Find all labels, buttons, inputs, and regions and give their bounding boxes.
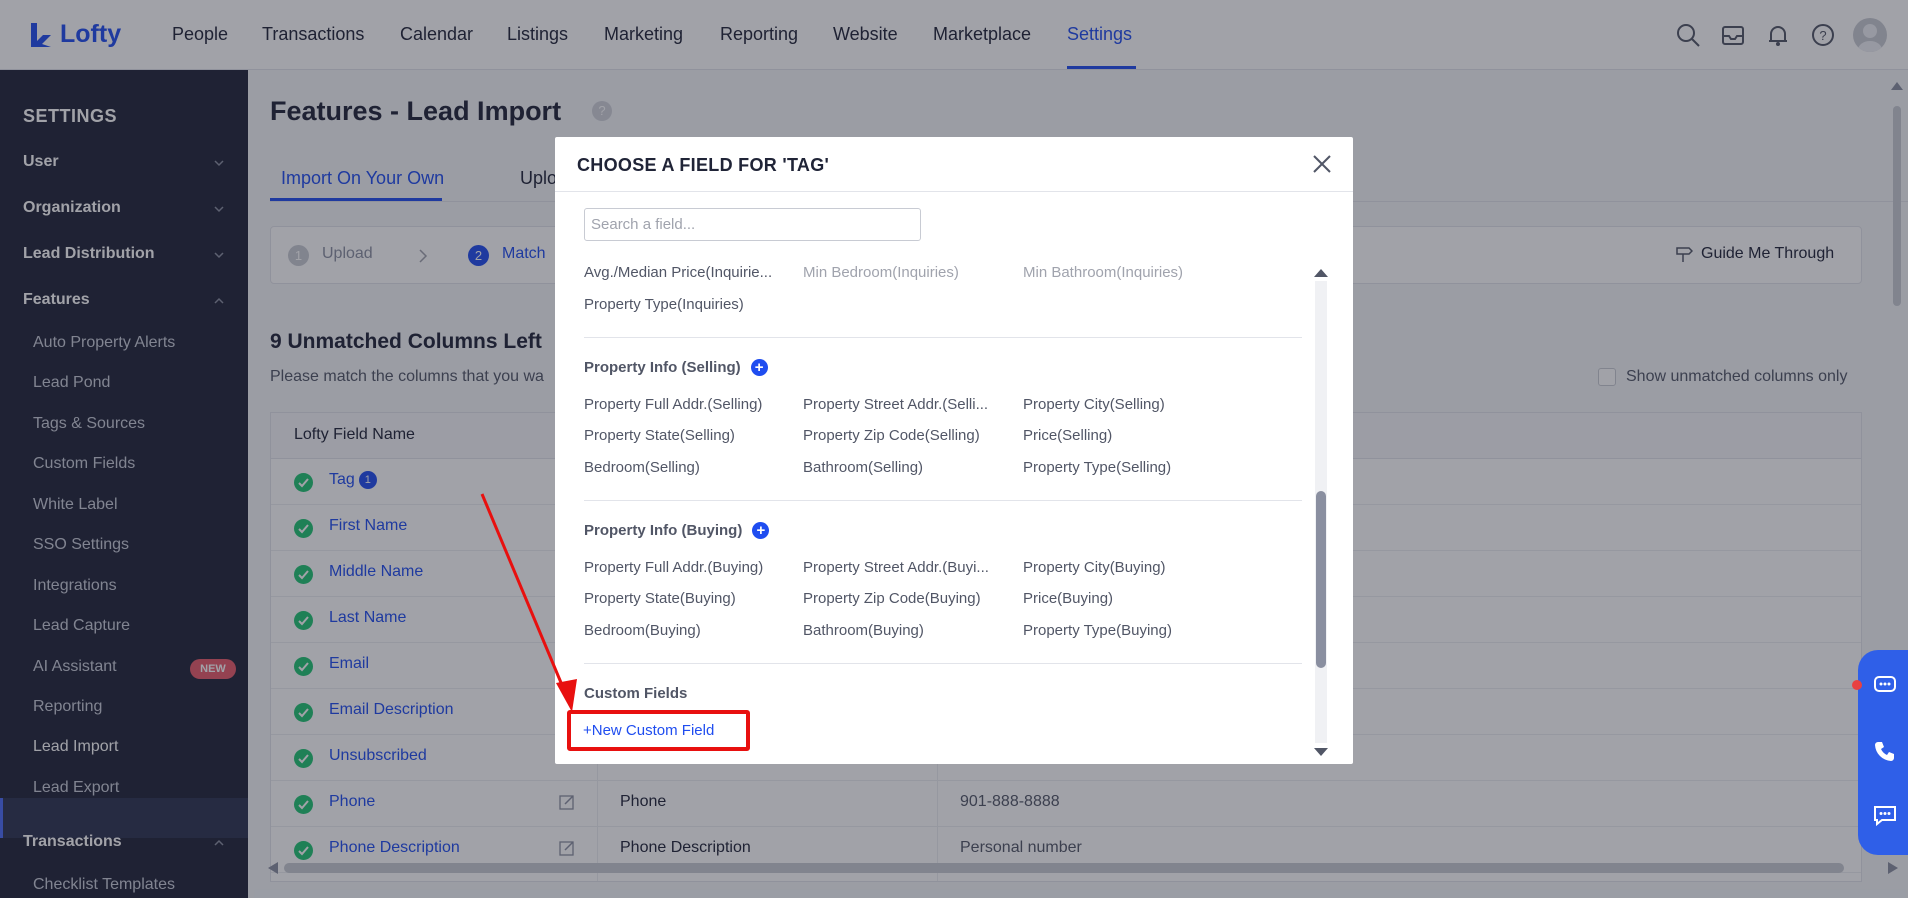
support-floating-bar <box>1858 650 1908 855</box>
choose-field-dialog: CHOOSE A FIELD FOR 'TAG' Avg./Median Pri… <box>555 137 1353 764</box>
chat-icon[interactable] <box>1872 672 1898 698</box>
field-option[interactable]: Min Bedroom(Inquiries) <box>803 264 959 281</box>
field-option[interactable]: Bedroom(Selling) <box>584 459 700 476</box>
field-option[interactable]: Property State(Selling) <box>584 427 735 444</box>
close-icon[interactable] <box>1311 153 1333 175</box>
field-option[interactable]: Price(Selling) <box>1023 427 1112 444</box>
field-option[interactable]: Property Street Addr.(Buyi... <box>803 559 989 576</box>
field-option[interactable]: Property Type(Selling) <box>1023 459 1171 476</box>
field-option[interactable]: Property Street Addr.(Selli... <box>803 396 988 413</box>
field-option[interactable]: Property Full Addr.(Selling) <box>584 396 762 413</box>
dialog-scrollbar[interactable] <box>1306 265 1336 760</box>
plus-icon[interactable]: + <box>752 522 770 539</box>
field-option[interactable]: Property Zip Code(Selling) <box>803 427 980 444</box>
field-option[interactable]: Property Type(Buying) <box>1023 622 1172 639</box>
field-option[interactable]: Property Full Addr.(Buying) <box>584 559 763 576</box>
new-custom-field-button[interactable]: +New Custom Field <box>583 722 714 739</box>
field-option[interactable]: Property City(Selling) <box>1023 396 1165 413</box>
group-divider <box>584 500 1302 501</box>
group-divider <box>584 337 1302 338</box>
field-option[interactable]: Bedroom(Buying) <box>584 622 701 639</box>
message-icon[interactable] <box>1872 802 1898 828</box>
notification-dot <box>1852 680 1862 690</box>
group-label: Property Info (Selling) <box>584 359 741 376</box>
field-option[interactable]: Avg./Median Price(Inquirie... <box>584 264 772 281</box>
group-divider <box>584 663 1302 664</box>
field-option[interactable]: Bathroom(Selling) <box>803 459 923 476</box>
group-custom-fields: Custom Fields <box>584 685 688 702</box>
phone-icon[interactable] <box>1872 738 1898 764</box>
field-option[interactable]: Property City(Buying) <box>1023 559 1166 576</box>
field-search-input[interactable] <box>584 208 921 241</box>
field-option[interactable]: Property State(Buying) <box>584 590 736 607</box>
new-custom-field-highlight: +New Custom Field <box>567 710 750 751</box>
field-option[interactable]: Price(Buying) <box>1023 590 1113 607</box>
group-property-info-selling: Property Info (Selling) + <box>584 359 768 376</box>
field-option[interactable]: Property Zip Code(Buying) <box>803 590 981 607</box>
dialog-header-divider <box>555 191 1353 192</box>
group-label: Property Info (Buying) <box>584 522 743 539</box>
field-option[interactable]: Property Type(Inquiries) <box>584 296 744 313</box>
field-option[interactable]: Min Bathroom(Inquiries) <box>1023 264 1183 281</box>
group-property-info-buying: Property Info (Buying) + <box>584 522 770 539</box>
dialog-title: CHOOSE A FIELD FOR 'TAG' <box>577 155 830 175</box>
plus-icon[interactable]: + <box>750 359 768 376</box>
field-option[interactable]: Bathroom(Buying) <box>803 622 924 639</box>
